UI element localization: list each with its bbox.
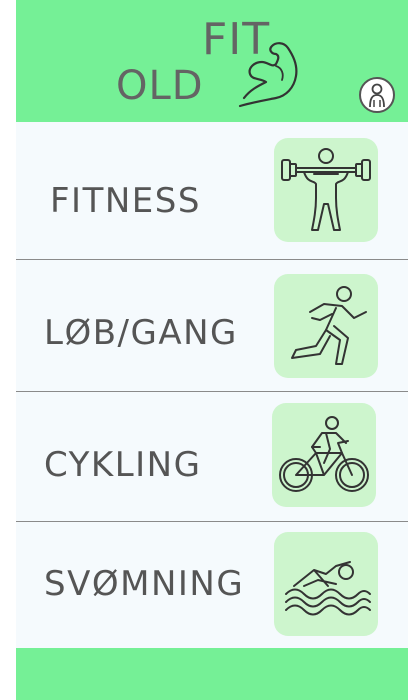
activity-row-cycling[interactable]: CYKLING bbox=[16, 392, 408, 521]
activity-icon-tile bbox=[274, 274, 378, 378]
activity-row-running[interactable]: LØB/GANG bbox=[16, 260, 408, 391]
app-screen: FIT OLD FITNESS LØB/GANG CYKLING SVØMNIN… bbox=[16, 0, 408, 700]
activity-label: FITNESS bbox=[50, 181, 201, 221]
logo-old-text: OLD bbox=[116, 63, 204, 109]
activity-label: SVØMNING bbox=[44, 564, 245, 604]
runner-icon bbox=[291, 286, 367, 365]
cyclist-icon bbox=[279, 416, 369, 492]
flexed-arm-icon bbox=[238, 42, 298, 108]
fit-old-logo: FIT OLD bbox=[112, 10, 302, 110]
activity-icon-tile bbox=[274, 532, 378, 636]
activity-icon-tile bbox=[272, 403, 376, 507]
header-bar: FIT OLD bbox=[16, 0, 408, 122]
footer-bar bbox=[16, 648, 408, 700]
activity-row-fitness[interactable]: FITNESS bbox=[16, 122, 408, 259]
activity-label: CYKLING bbox=[44, 445, 202, 485]
user-icon bbox=[369, 83, 385, 108]
activity-row-swimming[interactable]: SVØMNING bbox=[16, 522, 408, 648]
activity-icon-tile bbox=[274, 138, 378, 242]
swimmer-icon bbox=[285, 561, 371, 616]
weightlifter-icon bbox=[281, 148, 371, 231]
profile-button[interactable] bbox=[359, 77, 395, 113]
activity-label: LØB/GANG bbox=[44, 313, 238, 353]
